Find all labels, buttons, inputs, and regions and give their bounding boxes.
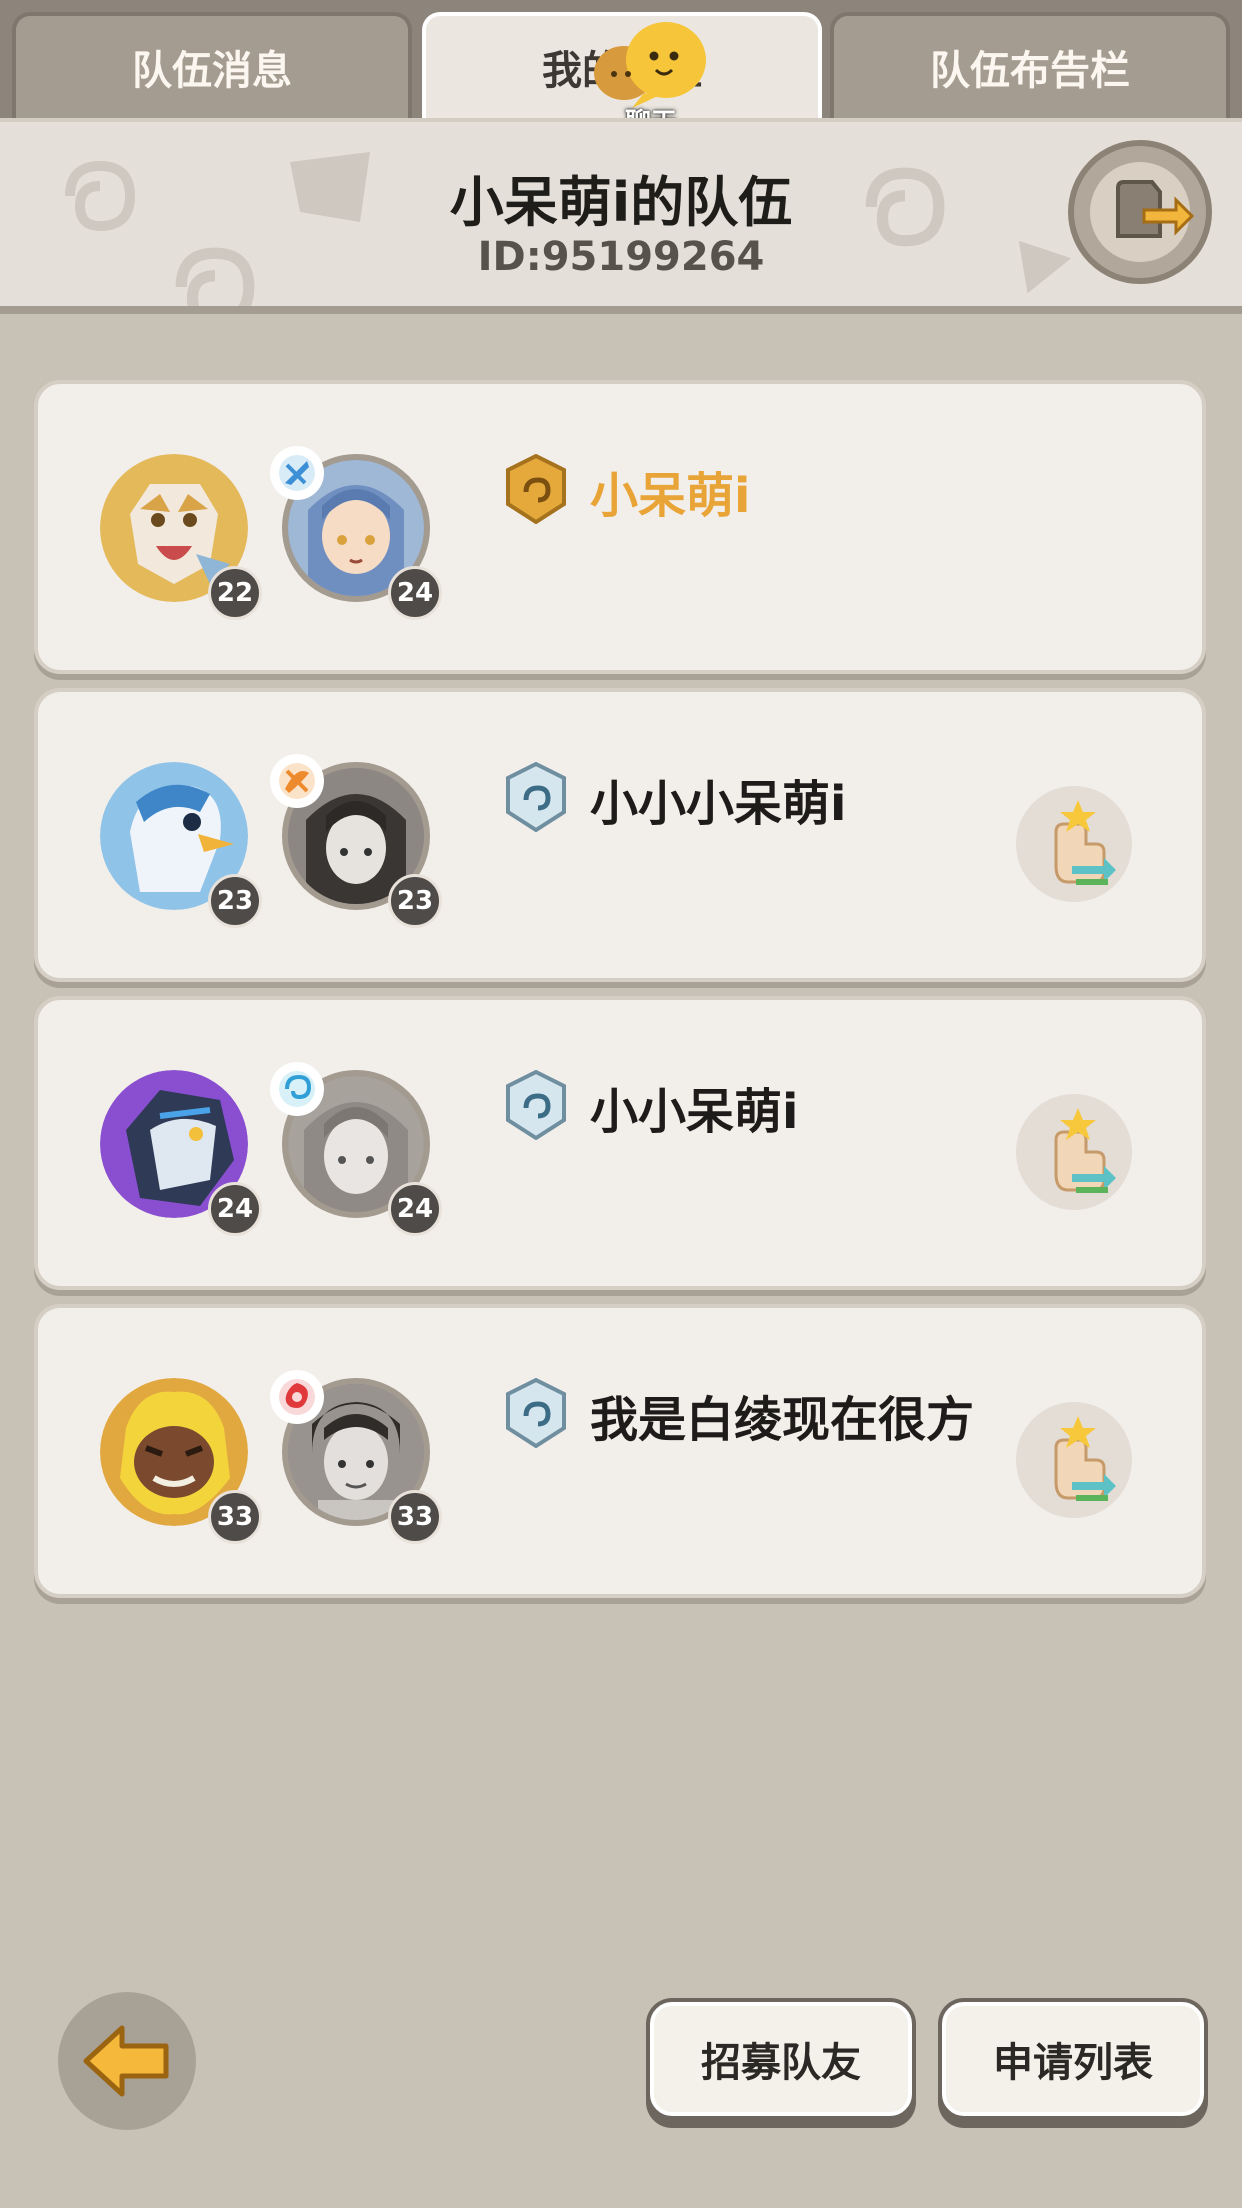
red-class-icon <box>279 1379 315 1415</box>
pet-level-badge: 33 <box>208 1490 262 1544</box>
character-level-badge: 23 <box>388 874 442 928</box>
team-id: ID:95199264 <box>477 234 765 280</box>
class-badge <box>270 1370 324 1424</box>
class-badge <box>270 1062 324 1116</box>
pet-level-badge: 22 <box>208 566 262 620</box>
member-shield-icon <box>506 1378 566 1448</box>
chat-button[interactable]: 聊天 <box>586 18 716 138</box>
character-level-badge: 24 <box>388 566 442 620</box>
leader-shield-icon <box>506 454 566 524</box>
exit-team-icon <box>1090 162 1195 262</box>
exit-team-button[interactable] <box>1068 140 1212 284</box>
cyan-class-icon <box>279 1071 315 1107</box>
team-title: 小呆萌i的队伍 <box>449 171 793 234</box>
transfer-leader-button[interactable] <box>1016 786 1132 902</box>
member-name: 小小小呆萌i <box>590 776 847 832</box>
class-badge <box>270 754 324 808</box>
back-button[interactable] <box>58 1992 196 2130</box>
transfer-leader-button[interactable] <box>1016 1094 1132 1210</box>
member-card[interactable]: 22 24 小呆萌i <box>34 380 1206 674</box>
pet-level-badge: 24 <box>208 1182 262 1236</box>
back-arrow-icon <box>83 2025 169 2097</box>
orange-class-icon <box>279 763 315 799</box>
transfer-leader-icon <box>1054 1108 1116 1193</box>
team-header: 小呆萌i的队伍 ID:95199264 <box>0 118 1242 314</box>
member-name: 小小呆萌i <box>590 1084 799 1140</box>
character-level-badge: 33 <box>388 1490 442 1544</box>
recruit-teammates-button[interactable]: 招募队友 <box>650 2002 912 2116</box>
class-badge <box>270 446 324 500</box>
application-list-button[interactable]: 申请列表 <box>942 2002 1204 2116</box>
member-shield-icon <box>506 1070 566 1140</box>
member-card[interactable]: 33 33 我是白绫现在很方 <box>34 1304 1206 1598</box>
member-card[interactable]: 24 24 小小呆萌i <box>34 996 1206 1290</box>
member-name: 我是白绫现在很方 <box>590 1392 975 1448</box>
member-name: 小呆萌i <box>590 468 751 524</box>
member-card[interactable]: 23 23 小小小呆萌i <box>34 688 1206 982</box>
tab-team-bulletin[interactable]: 队伍布告栏 <box>830 12 1230 118</box>
blue-class-icon <box>279 455 315 491</box>
transfer-leader-icon <box>1054 1416 1116 1501</box>
chat-bubble-icon <box>594 22 706 108</box>
transfer-leader-button[interactable] <box>1016 1402 1132 1518</box>
member-shield-icon <box>506 762 566 832</box>
character-level-badge: 24 <box>388 1182 442 1236</box>
pet-level-badge: 23 <box>208 874 262 928</box>
tab-team-messages[interactable]: 队伍消息 <box>12 12 412 118</box>
transfer-leader-icon <box>1054 800 1116 885</box>
